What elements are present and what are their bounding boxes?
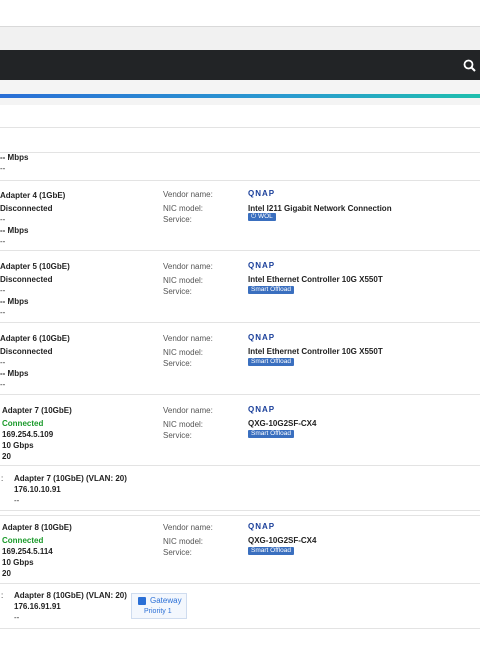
smart-offload-badge: Smart Offload <box>248 430 294 438</box>
divider <box>0 322 480 323</box>
smart-offload-badge: Smart Offload <box>248 286 294 294</box>
adapter-extra: 20 <box>2 569 11 578</box>
top-strip <box>0 0 480 27</box>
divider <box>0 510 480 511</box>
adapter-ip: -- <box>0 215 6 224</box>
nic-model: Intel Ethernet Controller 10G X550T <box>248 347 383 356</box>
header-bar <box>0 50 480 80</box>
adapter-name: Adapter 8 (10GbE) <box>2 523 72 532</box>
adapter-name: Adapter 6 (10GbE) <box>0 334 70 343</box>
vendor-logo: QNAP <box>248 522 276 531</box>
gateway-label: Gateway <box>150 596 182 605</box>
search-icon[interactable] <box>463 59 476 72</box>
service-label: Service: <box>163 287 192 296</box>
adapter-extra: -- <box>0 308 6 317</box>
adapter-ip: -- <box>0 358 6 367</box>
divider <box>0 583 480 584</box>
nic-model: QXG-10G2SF-CX4 <box>248 536 317 545</box>
vendor-logo: QNAP <box>248 405 276 414</box>
divider <box>0 465 480 466</box>
divider <box>0 628 480 629</box>
adapter-speed: 10 Gbps <box>2 441 34 450</box>
vlan-ip: 176.10.10.91 <box>14 485 61 494</box>
divider <box>0 250 480 251</box>
divider <box>0 515 480 516</box>
smart-offload-badge: Smart Offload <box>248 358 294 366</box>
gateway-priority: Priority 1 <box>144 608 172 615</box>
adapter-speed: 10 Gbps <box>2 558 34 567</box>
service-label: Service: <box>163 431 192 440</box>
vlan-extra: -- <box>14 613 20 622</box>
divider <box>0 394 480 395</box>
service-label: Service: <box>163 215 192 224</box>
badge-label: WOL <box>257 213 273 220</box>
power-icon: ⏻ <box>251 213 258 220</box>
gateway-badge[interactable]: Gateway Priority 1 <box>131 593 187 619</box>
vlan-prefix: : <box>1 474 4 483</box>
vendor-logo: QNAP <box>248 333 276 342</box>
wol-badge: ⏻ WOL <box>248 213 276 221</box>
adapter-status: Disconnected <box>0 204 53 213</box>
vlan-name: Adapter 7 (10GbE) (VLAN: 20) <box>14 474 127 483</box>
smart-offload-badge: Smart Offload <box>248 547 294 555</box>
adapter-speed: -- Mbps <box>0 226 29 235</box>
prev-adapter-speed: -- Mbps <box>0 153 29 162</box>
adapter-list-panel <box>0 105 480 650</box>
section-header <box>0 105 480 128</box>
adapter-status: Disconnected <box>0 347 53 356</box>
adapter-extra: -- <box>0 380 6 389</box>
adapter-name: Adapter 5 (10GbE) <box>0 262 70 271</box>
service-label: Service: <box>163 359 192 368</box>
vendor-label: Vendor name: <box>163 334 213 343</box>
adapter-status: Connected <box>2 536 44 545</box>
divider <box>0 152 480 153</box>
adapter-ip: -- <box>0 286 6 295</box>
adapter-name: Adapter 7 (10GbE) <box>2 406 72 415</box>
vendor-logo: QNAP <box>248 189 276 198</box>
adapter-extra: 20 <box>2 452 11 461</box>
nic-label: NIC model: <box>163 348 204 357</box>
nic-label: NIC model: <box>163 537 204 546</box>
vendor-label: Vendor name: <box>163 190 213 199</box>
nic-label: NIC model: <box>163 276 204 285</box>
vlan-prefix: : <box>1 591 4 600</box>
gateway-icon <box>138 597 146 605</box>
adapter-speed: -- Mbps <box>0 369 29 378</box>
vlan-name: Adapter 8 (10GbE) (VLAN: 20) <box>14 591 127 600</box>
divider <box>0 180 480 181</box>
progress-accent-bar <box>0 94 480 98</box>
adapter-name: Adapter 4 (1GbE) <box>0 191 66 200</box>
vendor-label: Vendor name: <box>163 523 213 532</box>
adapter-extra: -- <box>0 237 6 246</box>
vendor-label: Vendor name: <box>163 406 213 415</box>
adapter-speed: -- Mbps <box>0 297 29 306</box>
nic-model: Intel Ethernet Controller 10G X550T <box>248 275 383 284</box>
vendor-label: Vendor name: <box>163 262 213 271</box>
nic-label: NIC model: <box>163 204 204 213</box>
vlan-extra: -- <box>14 496 20 505</box>
adapter-status: Connected <box>2 419 44 428</box>
adapter-ip: 169.254.5.109 <box>2 430 54 439</box>
service-label: Service: <box>163 548 192 557</box>
adapter-ip: 169.254.5.114 <box>2 547 53 556</box>
vendor-logo: QNAP <box>248 261 276 270</box>
prev-adapter-extra: -- <box>0 164 6 173</box>
top-gap <box>0 27 480 50</box>
nic-model: QXG-10G2SF-CX4 <box>248 419 317 428</box>
nic-label: NIC model: <box>163 420 204 429</box>
adapter-status: Disconnected <box>0 275 53 284</box>
vlan-ip: 176.16.91.91 <box>14 602 61 611</box>
